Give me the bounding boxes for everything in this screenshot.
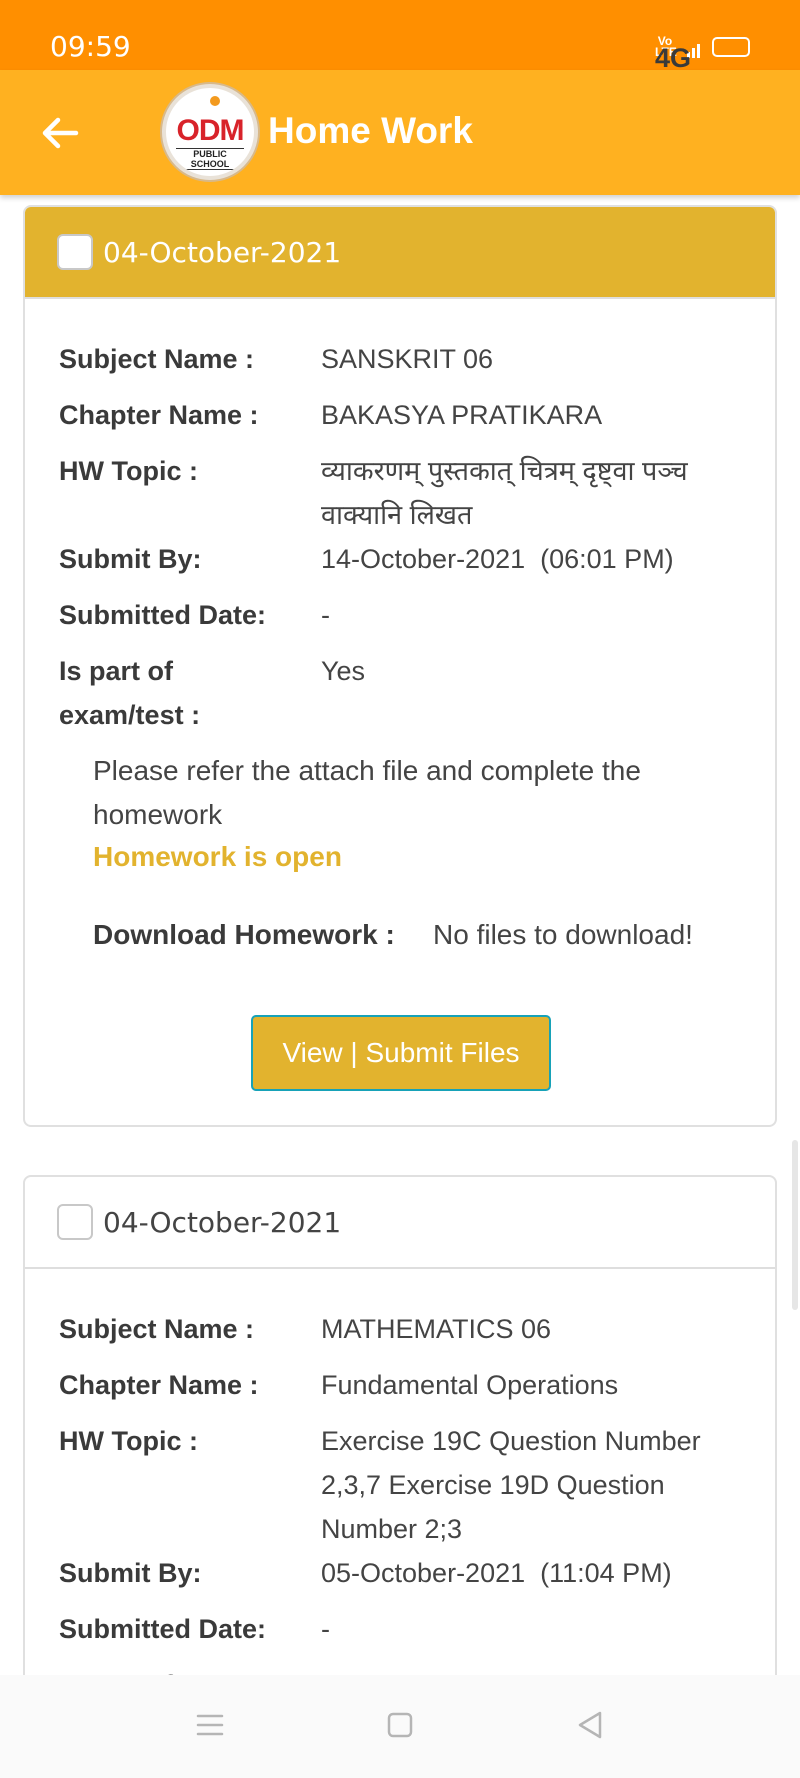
- submit-by-label: Submit By:: [59, 544, 202, 574]
- card-header: 04-October-2021: [25, 207, 775, 299]
- back-triangle-icon[interactable]: [570, 1705, 610, 1745]
- view-submit-files-button[interactable]: View | Submit Files: [251, 1015, 551, 1091]
- card-header: 04-October-2021: [25, 1177, 775, 1269]
- exam-label: Is part of exam/test :: [59, 656, 201, 730]
- chapter-label: Chapter Name :: [59, 400, 259, 430]
- submit-by-label: Submit By:: [59, 1558, 202, 1588]
- chapter-label: Chapter Name :: [59, 1370, 259, 1400]
- subject-label: Subject Name :: [59, 344, 255, 374]
- homework-date: 04-October-2021: [103, 235, 342, 269]
- signal-icon: 4G: [655, 36, 700, 73]
- homework-date: 04-October-2021: [103, 1205, 342, 1239]
- subject-label: Subject Name :: [59, 1314, 255, 1344]
- subject-value: MATHEMATICS 06: [321, 1314, 552, 1344]
- subject-value: SANSKRIT 06: [321, 344, 494, 374]
- status-bar: 09:59 Vo LTE 4G: [0, 0, 800, 73]
- submitted-date-label: Submitted Date:: [59, 600, 267, 630]
- submit-by-value: 05-October-2021 (11:04 PM): [321, 1558, 672, 1588]
- chapter-value: Fundamental Operations: [321, 1370, 619, 1400]
- topic-label: HW Topic :: [59, 1426, 198, 1456]
- submitted-date-value: -: [321, 600, 330, 630]
- submit-by-value: 14-October-2021 (06:01 PM): [321, 544, 674, 574]
- status-time: 09:59: [50, 30, 131, 63]
- app-bar: ODM PUBLIC SCHOOL Home Work: [0, 70, 800, 195]
- exam-value: Yes: [321, 656, 366, 686]
- homework-list[interactable]: 04-October-2021 Subject Name : SANSKRIT …: [0, 195, 800, 1675]
- homework-card: 04-October-2021 Subject Name : MATHEMATI…: [23, 1175, 777, 1675]
- logo-text: ODM: [176, 114, 245, 147]
- download-label: Download Homework :: [93, 919, 395, 950]
- back-arrow-icon[interactable]: [36, 108, 86, 158]
- menu-icon[interactable]: [190, 1705, 230, 1745]
- logo-subtext: PUBLIC SCHOOL: [176, 148, 244, 170]
- homework-note: Please refer the attach file and complet…: [93, 755, 641, 830]
- select-checkbox[interactable]: [57, 1204, 93, 1240]
- logo-figure-icon: [210, 96, 220, 106]
- exam-value: No: [321, 1663, 741, 1675]
- topic-label: HW Topic :: [59, 456, 198, 486]
- status-icons: Vo LTE 4G: [655, 35, 750, 73]
- battery-icon: [712, 37, 750, 57]
- download-value: No files to download!: [433, 919, 693, 950]
- submitted-date-value: -: [321, 1614, 330, 1644]
- system-nav-bar: [0, 1675, 800, 1778]
- scrollbar-thumb[interactable]: [792, 1140, 798, 1310]
- topic-value: Exercise 19C Question Number 2,3,7 Exerc…: [321, 1426, 701, 1544]
- chapter-value: BAKASYA PRATIKARA: [321, 400, 603, 430]
- select-checkbox[interactable]: [57, 234, 93, 270]
- submitted-date-label: Submitted Date:: [59, 1614, 267, 1644]
- homework-card: 04-October-2021 Subject Name : SANSKRIT …: [23, 205, 777, 1127]
- exam-label: Is part of: [59, 1663, 259, 1675]
- homework-status: Homework is open: [93, 841, 342, 872]
- school-logo: ODM PUBLIC SCHOOL: [162, 84, 258, 180]
- page-title: Home Work: [268, 110, 473, 151]
- home-square-icon[interactable]: [380, 1705, 420, 1745]
- topic-value: व्याकरणम् पुस्तकात् चित्रम् दृष्ट्वा पञ्…: [321, 456, 688, 530]
